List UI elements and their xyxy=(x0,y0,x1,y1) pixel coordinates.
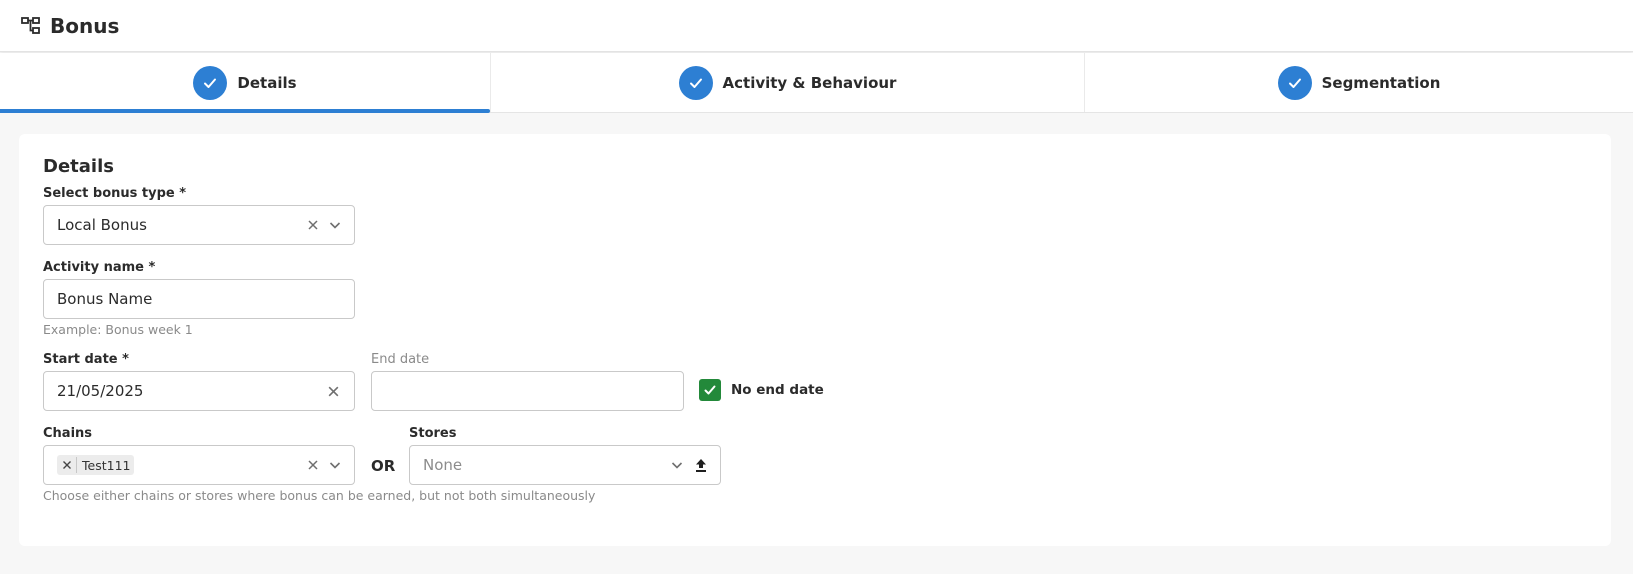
chain-chip: Test111 xyxy=(57,455,135,475)
activity-name-value: Bonus Name xyxy=(57,290,153,308)
start-date-value: 21/05/2025 xyxy=(57,382,144,400)
wizard-steps: Details Activity & Behaviour Segmentatio… xyxy=(0,53,1633,113)
step-segmentation[interactable]: Segmentation xyxy=(1085,53,1633,112)
no-end-date-label: No end date xyxy=(731,382,824,398)
activity-name-field[interactable]: Bonus Name xyxy=(43,279,355,319)
no-end-date-checkbox[interactable] xyxy=(699,379,721,401)
step-details[interactable]: Details xyxy=(0,53,491,113)
clear-icon[interactable] xyxy=(304,456,322,474)
step-label: Activity & Behaviour xyxy=(722,73,897,92)
start-date-field[interactable]: 21/05/2025 xyxy=(43,371,355,411)
stores-placeholder: None xyxy=(423,456,463,474)
page-title: Bonus xyxy=(50,13,120,38)
scope-hint: Choose either chains or stores where bon… xyxy=(43,488,596,503)
end-date-field[interactable] xyxy=(371,371,684,411)
clear-icon[interactable] xyxy=(304,216,322,234)
check-icon xyxy=(678,65,713,100)
chains-label: Chains xyxy=(43,426,93,441)
top-header: Bonus xyxy=(0,0,1633,52)
hierarchy-icon xyxy=(20,15,42,37)
check-icon xyxy=(193,65,228,100)
chains-select[interactable]: Test111 xyxy=(43,445,355,485)
step-activity-behaviour[interactable]: Activity & Behaviour xyxy=(491,53,1085,112)
activity-name-hint: Example: Bonus week 1 xyxy=(43,322,193,337)
chevron-down-icon[interactable] xyxy=(668,456,686,474)
stores-select[interactable]: None xyxy=(409,445,721,485)
stores-label: Stores xyxy=(409,426,457,441)
activity-name-label: Activity name * xyxy=(43,260,156,275)
bonus-type-value: Local Bonus xyxy=(57,216,147,234)
chevron-down-icon[interactable] xyxy=(326,216,344,234)
chevron-down-icon[interactable] xyxy=(326,456,344,474)
chain-chip-label: Test111 xyxy=(82,457,131,473)
chains-values: Test111 xyxy=(57,455,304,475)
end-date-label: End date xyxy=(371,352,430,367)
or-separator: OR xyxy=(371,457,396,475)
clear-icon[interactable] xyxy=(324,382,342,400)
bonus-type-label: Select bonus type * xyxy=(43,186,187,201)
section-title: Details xyxy=(43,156,114,177)
step-label: Segmentation xyxy=(1321,73,1441,92)
upload-icon[interactable] xyxy=(692,456,710,474)
check-icon xyxy=(1277,65,1312,100)
start-date-label: Start date * xyxy=(43,352,129,367)
remove-chip-icon[interactable] xyxy=(61,457,77,473)
step-label: Details xyxy=(237,73,297,92)
bonus-type-select[interactable]: Local Bonus xyxy=(43,205,355,245)
active-step-indicator xyxy=(0,109,490,113)
details-card: Details Select bonus type * Local Bonus … xyxy=(19,134,1611,546)
